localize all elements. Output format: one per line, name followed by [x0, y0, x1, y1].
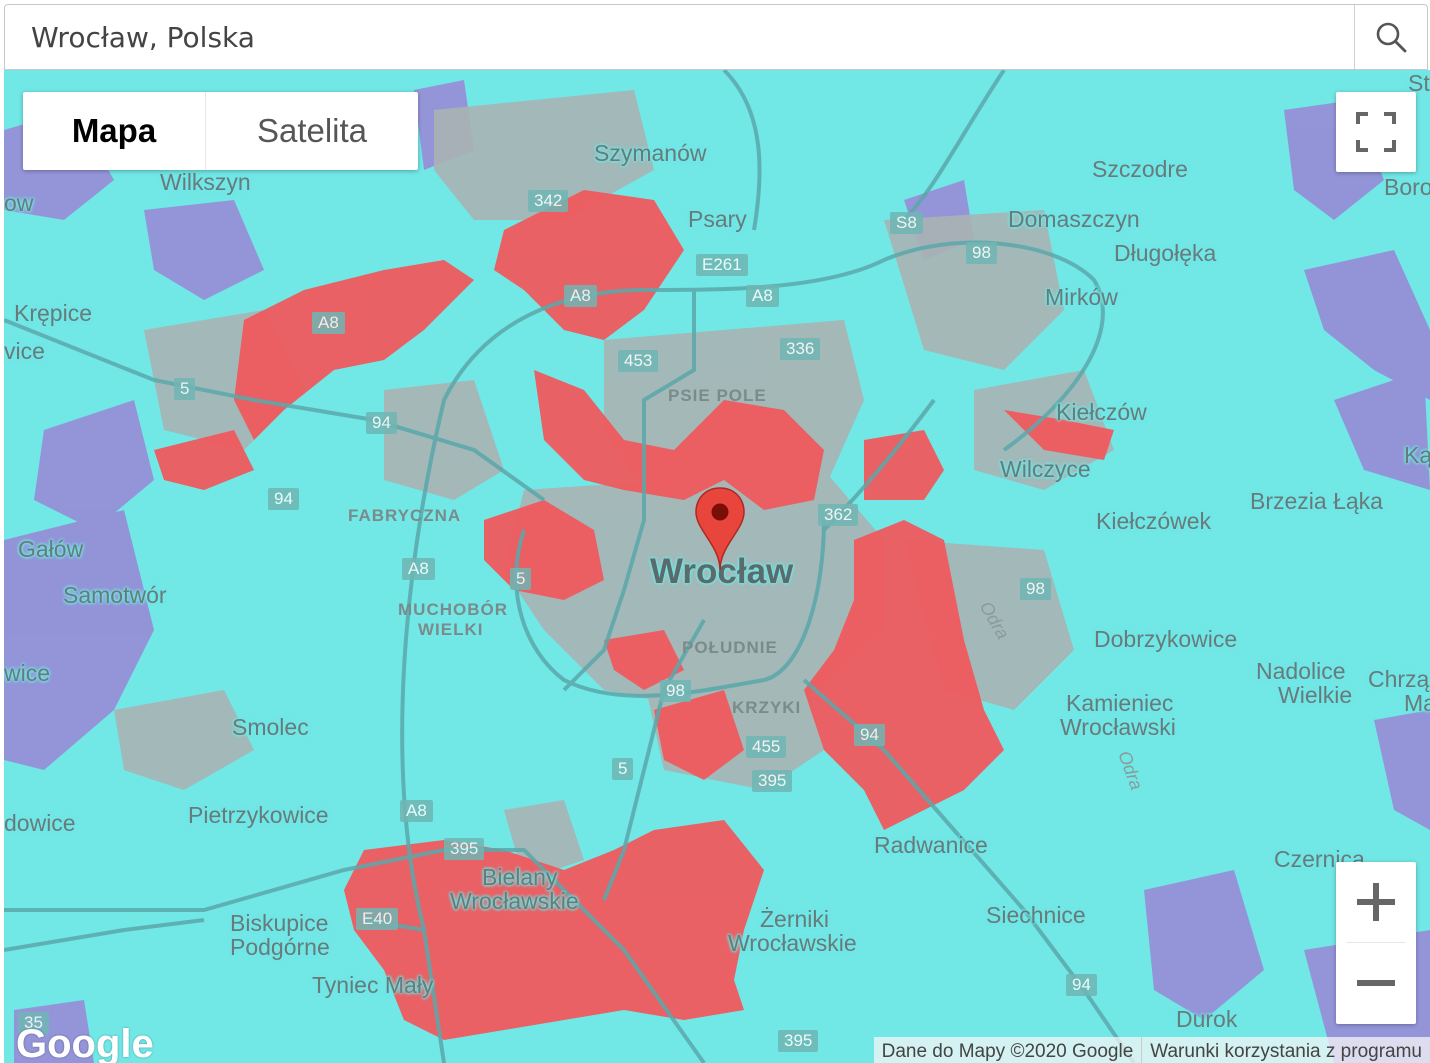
road-shield: A8: [564, 285, 597, 307]
road-shield: E261: [696, 254, 748, 276]
town-label: Wrocławskie: [728, 930, 857, 956]
road-shield: A8: [746, 285, 779, 307]
town-label: Kiełczówek: [1096, 508, 1212, 534]
road-shield: E40: [356, 908, 399, 930]
road-shield: A8: [402, 558, 435, 580]
town-label: Ma: [1404, 690, 1430, 716]
town-label: Ką: [1404, 442, 1430, 468]
town-label: Samotwór: [63, 582, 167, 608]
district-label: MUCHOBÓR: [398, 600, 508, 619]
zoom-out-button[interactable]: [1336, 943, 1416, 1023]
town-label: Radwanice: [874, 832, 988, 858]
road-shield: 395: [752, 770, 793, 792]
road-shield: 453: [618, 350, 659, 372]
town-label: Brzezia Łąka: [1250, 488, 1383, 514]
search-bar: [4, 4, 1428, 70]
town-label: Biskupice: [230, 910, 329, 936]
road-shield: 94: [1066, 974, 1097, 996]
town-label: Gałów: [18, 536, 84, 562]
town-label: Psary: [688, 206, 747, 232]
town-label: ow: [4, 190, 34, 216]
terms-link[interactable]: Warunki korzystania z programu: [1141, 1037, 1430, 1063]
search-icon: [1376, 22, 1407, 53]
town-label: Dobrzykowice: [1094, 626, 1238, 652]
town-label: vice: [4, 338, 45, 364]
town-label: Pietrzykowice: [188, 802, 329, 828]
town-label: Smolec: [232, 714, 309, 740]
fullscreen-icon: [1356, 112, 1396, 152]
road-shield: 94: [366, 412, 397, 434]
town-label: Wilkszyn: [160, 169, 251, 195]
district-label: KRZYKI: [732, 698, 802, 717]
map-type-map-button[interactable]: Mapa: [23, 92, 206, 170]
zoom-in-button[interactable]: [1336, 862, 1416, 942]
town-label: wice: [4, 660, 51, 686]
town-label: Mirków: [1045, 284, 1118, 310]
town-label: Szczodre: [1092, 156, 1188, 182]
town-label: Durok: [1176, 1006, 1238, 1032]
map[interactable]: Wrocław Szymanów Wilkszyn Psary Szczodre Doma…: [4, 70, 1430, 1063]
road-shield: 395: [778, 1030, 819, 1052]
town-label: Wielkie: [1278, 682, 1353, 708]
search-button[interactable]: [1354, 5, 1427, 69]
zoom-control: [1336, 862, 1416, 1024]
town-label: dowice: [4, 810, 76, 836]
map-attribution: Dane do Mapy ©2020 Google Warunki korzys…: [873, 1037, 1430, 1063]
town-label: Tyniec Mały: [312, 972, 434, 998]
map-pin-icon: [695, 487, 745, 571]
fullscreen-button[interactable]: [1336, 92, 1416, 172]
plus-icon: [1357, 883, 1395, 921]
district-label: FABRYCZNA: [348, 506, 462, 525]
town-label: Wilczyce: [1000, 456, 1091, 482]
town-label: Nadolice: [1256, 658, 1346, 684]
town-label: Wrocławski: [1060, 714, 1176, 740]
town-label: Podgórne: [230, 934, 330, 960]
town-label: Boro: [1384, 174, 1430, 200]
map-data-attribution[interactable]: Dane do Mapy ©2020 Google: [873, 1037, 1142, 1063]
road-shield: 5: [174, 378, 196, 400]
road-shield: 5: [612, 758, 634, 780]
road-shield: 94: [854, 724, 885, 746]
location-marker[interactable]: [694, 486, 746, 577]
town-label: Kiełczów: [1056, 399, 1147, 425]
search-input[interactable]: [5, 5, 1355, 69]
town-label: Chrzą: [1368, 666, 1430, 692]
road-shield: 455: [746, 736, 787, 758]
map-type-control: Mapa Satelita: [23, 92, 418, 170]
district-label: PSIE POLE: [668, 386, 767, 405]
road-shield: A8: [312, 312, 345, 334]
district-label: WIELKI: [418, 620, 484, 639]
road-shield: 362: [818, 504, 859, 526]
town-label: Wrocławskie: [450, 888, 579, 914]
town-label: Domaszczyn: [1008, 206, 1140, 232]
road-shield: 98: [1020, 578, 1051, 600]
minus-icon: [1357, 980, 1395, 986]
town-label: Żerniki: [760, 906, 830, 932]
map-type-satellite-button[interactable]: Satelita: [206, 92, 418, 170]
road-shield: 342: [528, 190, 569, 212]
google-logo[interactable]: Google: [16, 1022, 154, 1063]
town-label: Siechnice: [986, 902, 1086, 928]
town-label: Kamieniec: [1066, 690, 1174, 716]
town-label: Bielany: [482, 864, 558, 890]
town-label: Długołęka: [1114, 240, 1217, 266]
town-label: Szymanów: [594, 140, 707, 166]
road-shield: 94: [268, 488, 299, 510]
road-shield: S8: [890, 212, 923, 234]
district-label: POŁUDNIE: [682, 638, 778, 657]
town-label: Krępice: [14, 300, 92, 326]
road-shield: A8: [400, 800, 433, 822]
road-shield: 5: [510, 568, 532, 590]
road-shield: 395: [444, 838, 485, 860]
road-shield: 98: [660, 680, 691, 702]
road-shield: 336: [780, 338, 821, 360]
road-shield: 98: [966, 242, 997, 264]
